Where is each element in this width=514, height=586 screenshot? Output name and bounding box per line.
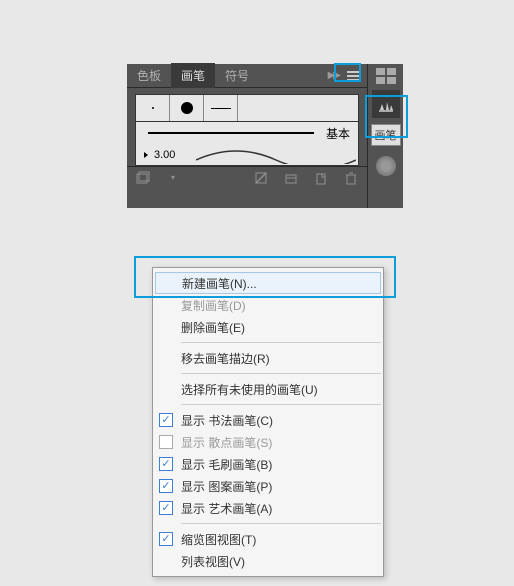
panel-side-column: 画笔 — [367, 64, 403, 208]
menu-item-6[interactable]: 选择所有未使用的画笔(U) — [153, 378, 383, 400]
menu-item-15[interactable]: 列表视图(V) — [153, 550, 383, 572]
menu-checkbox-icon — [159, 457, 173, 471]
menu-item-label: 显示 书法画笔(C) — [181, 412, 273, 429]
menu-separator — [181, 523, 381, 524]
menu-item-label: 显示 艺术画笔(A) — [181, 500, 272, 517]
tabs-row: 色板 画笔 符号 ▶▶ — [127, 64, 367, 88]
menu-item-label: 移去画笔描边(R) — [181, 350, 270, 367]
dropdown-arrow-icon[interactable] — [144, 152, 148, 158]
tab-swatches[interactable]: 色板 — [127, 63, 171, 88]
tab-symbols[interactable]: 符号 — [215, 63, 259, 88]
brush-thumb-1[interactable] — [136, 95, 170, 121]
side-brush-label[interactable]: 画笔 — [371, 124, 401, 146]
stroke-width-value: 3.00 — [154, 149, 177, 161]
delete-brush-icon[interactable] — [343, 170, 359, 186]
panel-main: 色板 画笔 符号 ▶▶ 基本 3.00 — [127, 64, 367, 208]
menu-item-2[interactable]: 删除画笔(E) — [153, 316, 383, 338]
menu-item-label: 显示 毛刷画笔(B) — [181, 456, 272, 473]
brush-thumb-2[interactable] — [170, 95, 204, 121]
menu-separator — [181, 342, 381, 343]
menu-checkbox-icon — [159, 532, 173, 546]
brush-wave-preview — [196, 146, 356, 164]
grid-view-icon[interactable] — [376, 68, 396, 84]
menu-item-label: 显示 散点画笔(S) — [181, 434, 272, 451]
menu-item-10[interactable]: 显示 毛刷画笔(B) — [153, 453, 383, 475]
menu-item-label: 选择所有未使用的画笔(U) — [181, 381, 318, 398]
menu-checkbox-icon — [159, 479, 173, 493]
menu-separator — [181, 373, 381, 374]
brush-thumb-3[interactable] — [204, 95, 238, 121]
basic-brush-label: 基本 — [326, 125, 358, 142]
basic-stroke-preview — [148, 132, 314, 134]
stroke-preview-row[interactable]: 3.00 — [135, 144, 359, 166]
menu-checkbox-icon — [159, 435, 173, 449]
toolbar-dropdown-icon[interactable]: ▾ — [165, 170, 181, 186]
basic-brush-row[interactable]: 基本 — [135, 122, 359, 144]
menu-item-label: 列表视图(V) — [181, 553, 245, 570]
brushes-panel: 色板 画笔 符号 ▶▶ 基本 3.00 — [127, 64, 403, 208]
menu-item-11[interactable]: 显示 图案画笔(P) — [153, 475, 383, 497]
menu-item-8[interactable]: 显示 书法画笔(C) — [153, 409, 383, 431]
menu-checkbox-icon — [159, 413, 173, 427]
menu-checkbox-icon — [159, 501, 173, 515]
panel-menu-icon[interactable] — [343, 67, 363, 85]
menu-item-label: 显示 图案画笔(P) — [181, 478, 272, 495]
menu-item-label: 缩览图视图(T) — [181, 531, 256, 548]
menu-item-label: 新建画笔(N)... — [182, 275, 257, 292]
remove-stroke-icon[interactable] — [253, 170, 269, 186]
brush-context-menu: 新建画笔(N)... 复制画笔(D) 删除画笔(E) 移去画笔描边(R) 选择所有未使用… — [152, 267, 384, 577]
menu-item-12[interactable]: 显示 艺术画笔(A) — [153, 497, 383, 519]
new-brush-icon[interactable] — [313, 170, 329, 186]
collapse-arrows-icon[interactable]: ▶▶ — [324, 70, 343, 81]
tab-brushes[interactable]: 画笔 — [171, 63, 215, 88]
library-icon[interactable] — [135, 170, 151, 186]
menu-item-1: 复制画笔(D) — [153, 294, 383, 316]
brush-tool-button[interactable] — [372, 90, 400, 118]
menu-item-label: 复制画笔(D) — [181, 297, 246, 314]
menu-item-14[interactable]: 缩览图视图(T) — [153, 528, 383, 550]
options-icon[interactable] — [283, 170, 299, 186]
menu-separator — [181, 404, 381, 405]
brush-thumbnails-row[interactable] — [135, 94, 359, 122]
menu-item-4[interactable]: 移去画笔描边(R) — [153, 347, 383, 369]
panel-bottom-toolbar: ▾ — [127, 166, 367, 188]
menu-item-0[interactable]: 新建画笔(N)... — [155, 272, 381, 294]
brush-thumb-empty — [238, 95, 358, 121]
menu-item-label: 删除画笔(E) — [181, 319, 245, 336]
menu-item-9: 显示 散点画笔(S) — [153, 431, 383, 453]
color-guide-icon[interactable] — [376, 156, 396, 176]
